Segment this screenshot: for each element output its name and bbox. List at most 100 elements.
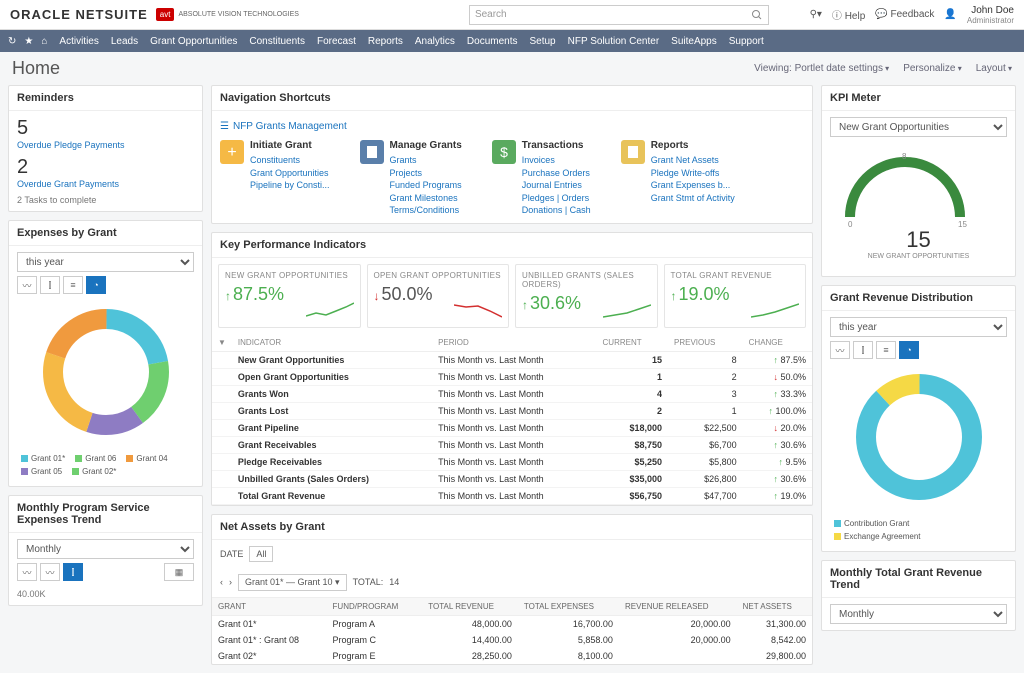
gauge-value: 15 (830, 227, 1007, 253)
table-row[interactable]: New Grant OpportunitiesThis Month vs. La… (212, 351, 812, 368)
personalize-menu[interactable]: Personalize (903, 63, 962, 74)
feedback-link[interactable]: 💬 Feedback (875, 9, 934, 20)
table-row[interactable]: Total Grant RevenueThis Month vs. Last M… (212, 487, 812, 504)
shortcut-link[interactable]: Grant Milestones (390, 192, 462, 205)
layout-menu[interactable]: Layout (976, 63, 1012, 74)
nav-support[interactable]: Support (729, 36, 764, 47)
nav-constituents[interactable]: Constituents (249, 36, 305, 47)
grd-hbar-btn[interactable]: ≡ (876, 341, 896, 359)
sparkline-icon (306, 301, 354, 321)
shortcut-link[interactable]: Grant Opportunities (250, 167, 330, 180)
mtgrt-range-select[interactable]: Monthly (830, 604, 1007, 624)
kpi-meter-card: KPI Meter New Grant Opportunities 0 8 15… (821, 85, 1016, 277)
mpset-line-btn[interactable]: 〰 (17, 563, 37, 581)
grd-range-select[interactable]: this year (830, 317, 1007, 337)
shortcut-link[interactable]: Pledge Write-offs (651, 167, 735, 180)
nav-documents[interactable]: Documents (467, 36, 518, 47)
kpi-open-grant[interactable]: OPEN GRANT OPPORTUNITIES 50.0% (367, 264, 510, 328)
nav-home-icon[interactable]: ⌂ (41, 36, 47, 47)
grd-line-btn[interactable]: 〰 (830, 341, 850, 359)
user-menu[interactable]: John Doe Administrator (967, 5, 1014, 25)
nav-setup[interactable]: Setup (529, 36, 555, 47)
table-row[interactable]: Grant ReceivablesThis Month vs. Last Mon… (212, 436, 812, 453)
shortcut-link[interactable]: Purchase Orders (522, 167, 591, 180)
na-range-select[interactable]: Grant 01* — Grant 10 ▾ (238, 574, 347, 591)
chart-type-pie[interactable]: ◔ (86, 276, 106, 294)
kpi-gauge: 0 8 15 15 NEW GRANT OPPORTUNITIES (830, 137, 1007, 270)
net-assets-card: Net Assets by Grant DATE All ‹ › Grant 0… (211, 514, 813, 665)
nav-grant-opportunities[interactable]: Grant Opportunities (150, 36, 237, 47)
nav-reports[interactable]: Reports (368, 36, 403, 47)
na-prev-btn[interactable]: ‹ (220, 577, 223, 587)
expenses-range-select[interactable]: this year (17, 252, 194, 272)
kpi-meter-select[interactable]: New Grant Opportunities (830, 117, 1007, 137)
shortcut-link[interactable]: Constituents (250, 154, 330, 167)
shortcut-link[interactable]: Grants (390, 154, 462, 167)
table-row[interactable]: Grants WonThis Month vs. Last Month43↑ 3… (212, 385, 812, 402)
na-total: 14 (389, 577, 399, 587)
table-row[interactable]: Pledge ReceivablesThis Month vs. Last Mo… (212, 453, 812, 470)
topbar: ORACLE NETSUITE avt ABSOLUTE VISION TECH… (0, 0, 1024, 30)
shortcut-link[interactable]: Pledges | Orders (522, 192, 591, 205)
table-row[interactable]: Grant PipelineThis Month vs. Last Month$… (212, 419, 812, 436)
shortcut-link[interactable]: Funded Programs (390, 179, 462, 192)
svg-text:$: $ (500, 144, 508, 160)
svg-text:+: + (227, 144, 236, 161)
logo: ORACLE NETSUITE (10, 7, 148, 22)
globe-icon[interactable]: ⚲▾ (810, 9, 822, 20)
table-row[interactable]: Grant 02*Program E28,250.008,100.0029,80… (212, 648, 812, 664)
shortcut-link[interactable]: Terms/Conditions (390, 204, 462, 217)
nav-back-icon[interactable]: ↻ (8, 36, 16, 47)
help-link[interactable]: ⓘ Help (832, 7, 865, 22)
grd-bar-btn[interactable]: ⫿ (853, 341, 873, 359)
money-icon: $ (492, 140, 516, 164)
shortcut-link[interactable]: Pipeline by Consti... (250, 179, 330, 192)
kpi-new-grant[interactable]: NEW GRANT OPPORTUNITIES 87.5% (218, 264, 361, 328)
shortcuts-heading[interactable]: ☰ NFP Grants Management (220, 117, 804, 136)
shortcut-link[interactable]: Donations | Cash (522, 204, 591, 217)
shortcut-link[interactable]: Grant Stmt of Activity (651, 192, 735, 205)
shortcut-link[interactable]: Journal Entries (522, 179, 591, 192)
nav-analytics[interactable]: Analytics (415, 36, 455, 47)
table-row[interactable]: Unbilled Grants (Sales Orders)This Month… (212, 470, 812, 487)
search-input[interactable]: Search (469, 5, 769, 25)
na-next-btn[interactable]: › (229, 577, 232, 587)
expenses-by-grant-card: Expenses by Grant this year 〰 ⫿ ≡ ◔ (8, 220, 203, 487)
kpi-unbilled[interactable]: UNBILLED GRANTS (SALES ORDERS) 30.6% (515, 264, 658, 328)
reminder-label-0[interactable]: Overdue Pledge Payments (17, 140, 194, 150)
svg-text:0: 0 (848, 220, 853, 227)
kpi-title: Key Performance Indicators (212, 233, 812, 258)
user-icon[interactable]: 👤 (944, 9, 956, 20)
nav-star-icon[interactable]: ★ (24, 36, 33, 47)
shortcut-link[interactable]: Invoices (522, 154, 591, 167)
grd-pie-btn[interactable]: ◔ (899, 341, 919, 359)
nav-leads[interactable]: Leads (111, 36, 138, 47)
mpset-card: Monthly Program Service Expenses Trend M… (8, 495, 203, 606)
shortcut-link[interactable]: Grant Net Assets (651, 154, 735, 167)
table-row[interactable]: Open Grant OpportunitiesThis Month vs. L… (212, 368, 812, 385)
nav-forecast[interactable]: Forecast (317, 36, 356, 47)
mpset-bar-btn[interactable]: ⫿ (63, 563, 83, 581)
reminder-label-1[interactable]: Overdue Grant Payments (17, 179, 194, 189)
nav-nfp-solution-center[interactable]: NFP Solution Center (568, 36, 660, 47)
nav-activities[interactable]: Activities (59, 36, 98, 47)
table-row[interactable]: Grant 01*Program A48,000.0016,700.0020,0… (212, 615, 812, 632)
reminders-footer: 2 Tasks to complete (17, 195, 194, 205)
nav-suiteapps[interactable]: SuiteApps (671, 36, 717, 47)
viewing-menu[interactable]: Viewing: Portlet date settings (754, 63, 889, 74)
chart-type-line[interactable]: 〰 (17, 276, 37, 294)
mpset-more-btn[interactable]: ▦ (164, 563, 194, 581)
shortcut-link[interactable]: Grant Expenses b... (651, 179, 735, 192)
user-name: John Doe (967, 5, 1014, 16)
table-row[interactable]: Grants LostThis Month vs. Last Month21↑ … (212, 402, 812, 419)
na-date-select[interactable]: All (249, 546, 273, 562)
mpset-area-btn[interactable]: 〰 (40, 563, 60, 581)
mpset-range-select[interactable]: Monthly (17, 539, 194, 559)
kpi-total-revenue[interactable]: TOTAL GRANT REVENUE 19.0% (664, 264, 807, 328)
shortcut-link[interactable]: Projects (390, 167, 462, 180)
chart-type-bar[interactable]: ⫿ (40, 276, 60, 294)
chart-type-hbar[interactable]: ≡ (63, 276, 83, 294)
add-user-icon: + (220, 140, 244, 164)
document-icon (360, 140, 384, 164)
table-row[interactable]: Grant 01* : Grant 08Program C14,400.005,… (212, 632, 812, 648)
